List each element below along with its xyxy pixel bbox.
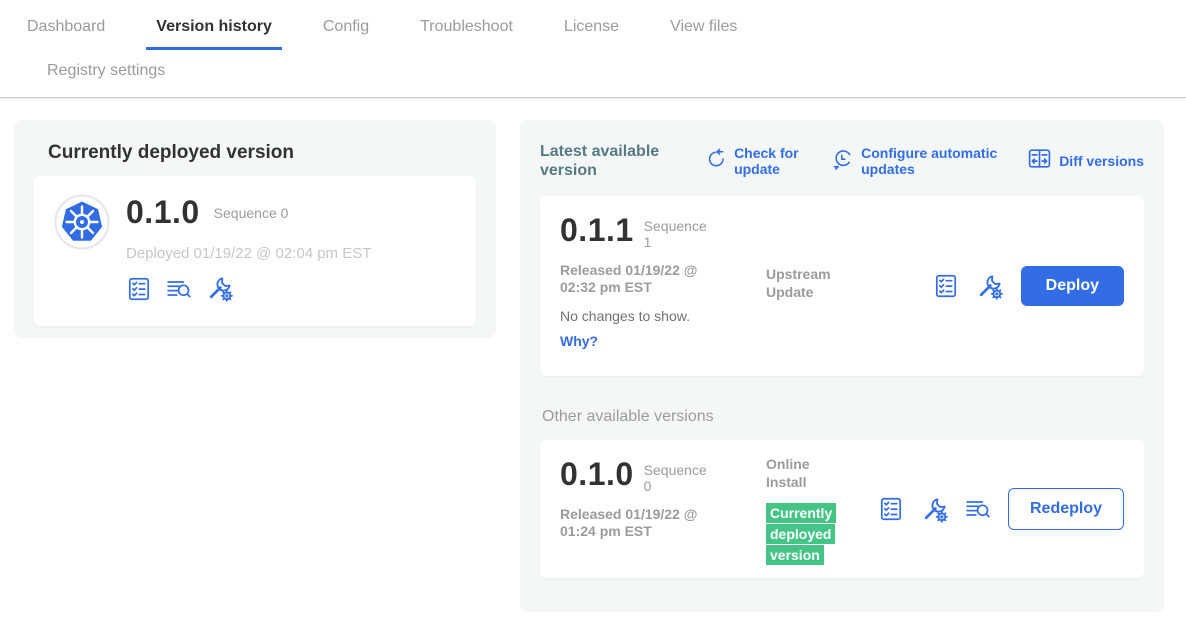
why-link[interactable]: Why? [560, 333, 598, 349]
other-sequence-label: Sequence 0 [644, 462, 714, 494]
kubernetes-logo-icon [54, 194, 110, 250]
latest-released-timestamp: Released 01/19/22 @ 02:32 pm EST [560, 262, 720, 297]
nav-row-2: Registry settings [0, 50, 1186, 88]
view-logs-icon[interactable] [965, 496, 991, 522]
other-version-source: Online Install Currently deployed versio… [766, 456, 876, 566]
tab-registry-settings[interactable]: Registry settings [37, 54, 175, 88]
diff-versions-label: Diff versions [1059, 153, 1144, 169]
configure-automatic-updates-label: Configure automatic updates [861, 145, 1003, 177]
latest-version-actions: Deploy [933, 266, 1124, 306]
preflight-checks-icon[interactable] [126, 276, 152, 302]
upstream-update-label: Upstream Update [766, 266, 846, 301]
check-for-update-link[interactable]: Check for update [704, 145, 806, 177]
available-versions-panel: Latest available version Check for updat… [520, 120, 1164, 612]
deployed-version-card: 0.1.0 Sequence 0 Deployed 01/19/22 @ 02:… [34, 176, 476, 326]
tab-config[interactable]: Config [313, 10, 379, 50]
deployed-version-number: 0.1.0 [126, 194, 200, 231]
diff-versions-link[interactable]: Diff versions [1027, 146, 1144, 176]
view-logs-icon[interactable] [166, 276, 192, 302]
currently-deployed-title: Currently deployed version [34, 142, 476, 164]
other-version-info: 0.1.0 Sequence 0 Released 01/19/22 @ 01:… [560, 456, 750, 540]
online-install-label: Online Install [766, 456, 846, 491]
latest-version-source: Upstream Update [766, 266, 876, 301]
available-versions-header: Latest available version Check for updat… [540, 140, 1144, 182]
no-changes-text: No changes to show. [560, 308, 750, 324]
currently-deployed-badge-wrap: Currently deployed version [766, 503, 846, 566]
deployed-timestamp: Deployed 01/19/22 @ 02:04 pm EST [126, 245, 371, 262]
redeploy-button[interactable]: Redeploy [1008, 488, 1124, 530]
configure-automatic-updates-link[interactable]: Configure automatic updates [830, 145, 1003, 177]
tab-view-files[interactable]: View files [660, 10, 747, 50]
preflight-checks-icon[interactable] [933, 273, 959, 299]
status-badge: Currently deployed version [766, 503, 836, 565]
tab-dashboard[interactable]: Dashboard [17, 10, 115, 50]
top-navigation: Dashboard Version history Config Trouble… [0, 0, 1186, 98]
tab-troubleshoot[interactable]: Troubleshoot [410, 10, 523, 50]
currently-deployed-panel: Currently deployed version 0.1.0 Sequenc… [14, 120, 496, 338]
deploy-button[interactable]: Deploy [1021, 266, 1124, 306]
deployed-sequence-label: Sequence 0 [214, 205, 289, 221]
preflight-checks-icon[interactable] [878, 496, 904, 522]
other-released-timestamp: Released 01/19/22 @ 01:24 pm EST [560, 506, 720, 541]
diff-icon [1027, 146, 1052, 176]
auto-update-icon [830, 147, 854, 176]
deployed-version-details: 0.1.0 Sequence 0 Deployed 01/19/22 @ 02:… [126, 194, 371, 308]
other-available-versions-title: Other available versions [540, 408, 1144, 426]
edit-config-icon[interactable] [921, 496, 948, 523]
latest-available-title: Latest available version [540, 142, 680, 180]
edit-config-icon[interactable] [976, 273, 1003, 300]
refresh-icon [704, 147, 727, 175]
edit-config-icon[interactable] [206, 275, 233, 302]
other-version-card: 0.1.0 Sequence 0 Released 01/19/22 @ 01:… [540, 440, 1144, 578]
nav-row-1: Dashboard Version history Config Trouble… [0, 0, 1186, 50]
latest-sequence-label: Sequence 1 [644, 218, 714, 250]
tab-version-history[interactable]: Version history [146, 10, 282, 50]
tab-license[interactable]: License [554, 10, 629, 50]
latest-version-number: 0.1.1 [560, 212, 634, 249]
latest-version-card: 0.1.1 Sequence 1 Released 01/19/22 @ 02:… [540, 196, 1144, 376]
other-version-number: 0.1.0 [560, 456, 634, 493]
check-for-update-label: Check for update [734, 145, 806, 177]
other-version-actions: Redeploy [878, 488, 1124, 530]
latest-version-info: 0.1.1 Sequence 1 Released 01/19/22 @ 02:… [560, 212, 750, 350]
